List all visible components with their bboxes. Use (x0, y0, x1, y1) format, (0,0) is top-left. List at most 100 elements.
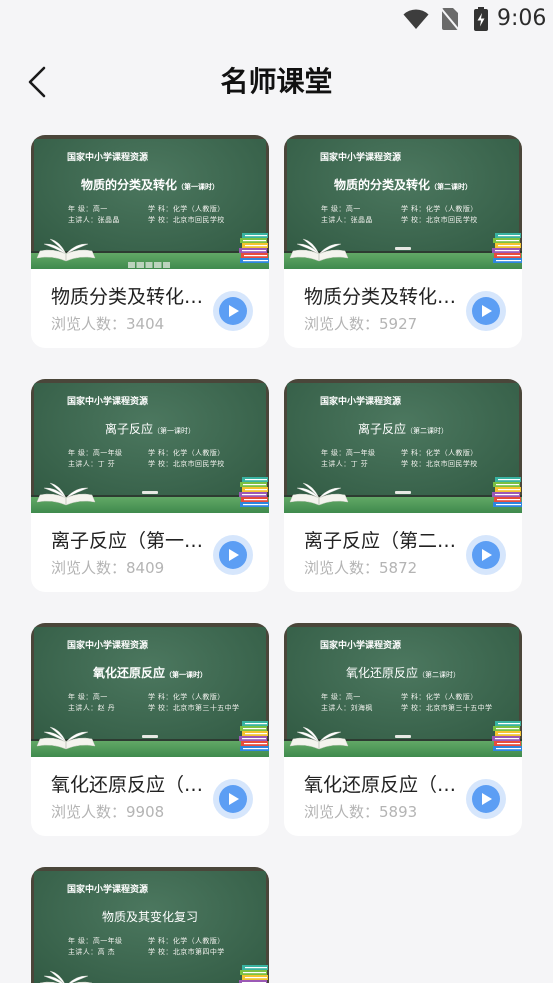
school-value: 北京市回民学校 (172, 460, 225, 468)
book-stack-illustration (239, 477, 269, 507)
grade-value: 高一年级 (92, 449, 123, 457)
play-button-circle (472, 297, 500, 325)
play-button[interactable] (213, 779, 253, 819)
book-stack-illustration (492, 233, 522, 263)
school-label: 学 校： (401, 704, 426, 712)
thumbnail-teacher: 主讲人：丁 芬 (321, 460, 368, 468)
view-count-label: 浏览人数： (304, 559, 380, 577)
course-thumbnail[interactable]: 国家中小学课程资源 物质的分类及转化（第一课时） 年 级：高一 学 科：化学（人… (31, 135, 269, 269)
no-sim-icon (441, 8, 458, 30)
grade-value: 高一年级 (345, 449, 376, 457)
thumbnail-teacher: 主讲人：丁 芬 (68, 460, 115, 468)
thumbnail-subject: 学 科：化学（人教版） (148, 449, 225, 457)
status-time: 9:06 (497, 6, 547, 31)
view-count-value: 8409 (126, 559, 165, 577)
thumbnail-subject: 学 科：化学（人教版） (148, 693, 225, 701)
view-count: 浏览人数：5893 (304, 803, 417, 821)
play-button[interactable] (466, 535, 506, 575)
course-card[interactable]: 国家中小学课程资源 氧化还原反应（第二课时） 年 级：高一 学 科：化学（人教版… (284, 623, 522, 836)
school-label: 学 校： (148, 460, 173, 468)
thumbnail-grade: 年 级：高一 (321, 205, 361, 213)
course-thumbnail[interactable]: 国家中小学课程资源 物质的分类及转化（第二课时） 年 级：高一 学 科：化学（人… (284, 135, 522, 269)
subject-value: 化学（人教版） (172, 937, 225, 945)
thumbnail-grade: 年 级：高一年级 (68, 449, 122, 457)
grade-value: 高一年级 (92, 937, 123, 945)
course-thumbnail[interactable]: 国家中小学课程资源 氧化还原反应（第二课时） 年 级：高一 学 科：化学（人教版… (284, 623, 522, 757)
grade-label: 年 级： (321, 693, 346, 701)
school-label: 学 校： (148, 704, 173, 712)
view-count-label: 浏览人数： (51, 315, 127, 333)
thumbnail-subject: 学 科：化学（人教版） (401, 205, 478, 213)
thumbnail-title-main: 离子反应 (104, 422, 153, 436)
board-eraser (395, 491, 411, 494)
view-count-value: 3404 (126, 315, 165, 333)
course-card[interactable]: 国家中小学课程资源 氧化还原反应（第一课时） 年 级：高一 学 科：化学（人教版… (31, 623, 269, 836)
book-stack-illustration (239, 721, 269, 751)
open-book-illustration (36, 238, 96, 262)
teacher-value: 丁 芬 (97, 460, 116, 468)
thumbnail-grade: 年 级：高一 (321, 693, 361, 701)
view-count: 浏览人数：8409 (51, 559, 164, 577)
board-eraser (142, 735, 158, 738)
course-title: 氧化还原反应（… (304, 774, 457, 796)
thumbnail-title-session: （第二课时） (418, 671, 460, 679)
thumbnail-grade: 年 级：高一年级 (321, 449, 375, 457)
thumbnail-grade: 年 级：高一 (68, 693, 108, 701)
thumbnail-title: 物质的分类及转化（第一课时） (31, 178, 269, 194)
thumbnail-title-main: 离子反应 (357, 422, 406, 436)
course-thumbnail[interactable]: 国家中小学课程资源 离子反应（第一课时） 年 级：高一年级 学 科：化学（人教版… (31, 379, 269, 513)
thumbnail-title-main: 物质的分类及转化 (333, 178, 430, 192)
course-title: 氧化还原反应（… (51, 774, 204, 796)
course-title: 物质分类及转化… (304, 286, 457, 308)
subject-value: 化学（人教版） (425, 205, 478, 213)
board-toolbar (128, 262, 170, 268)
wifi-icon (403, 9, 429, 29)
play-button[interactable] (213, 535, 253, 575)
open-book-illustration (289, 238, 349, 262)
open-book-illustration (36, 726, 96, 750)
book-stack-illustration (492, 721, 522, 751)
subject-label: 学 科： (148, 205, 173, 213)
board-eraser (142, 491, 158, 494)
view-count-value: 5872 (379, 559, 418, 577)
course-card[interactable]: 国家中小学课程资源 离子反应（第一课时） 年 级：高一年级 学 科：化学（人教版… (31, 379, 269, 592)
open-book-illustration (289, 726, 349, 750)
book-stack-illustration (239, 233, 269, 263)
thumbnail-banner: 国家中小学课程资源 (67, 153, 149, 163)
play-button[interactable] (466, 779, 506, 819)
subject-value: 化学（人教版） (425, 449, 478, 457)
teacher-value: 张晶晶 (350, 216, 373, 224)
course-thumbnail[interactable]: 国家中小学课程资源 离子反应（第二课时） 年 级：高一年级 学 科：化学（人教版… (284, 379, 522, 513)
thumbnail-banner: 国家中小学课程资源 (67, 885, 149, 895)
thumbnail-banner: 国家中小学课程资源 (320, 641, 402, 651)
play-button-circle (472, 541, 500, 569)
thumbnail-subject: 学 科：化学（人教版） (401, 449, 478, 457)
thumbnail-title: 氧化还原反应（第二课时） (284, 666, 522, 682)
thumbnail-subject: 学 科：化学（人教版） (401, 693, 478, 701)
course-card[interactable]: 国家中小学课程资源 物质及其变化复习 年 级：高一年级 学 科：化学（人教版） … (31, 867, 269, 983)
play-button[interactable] (213, 291, 253, 331)
view-count-value: 5927 (379, 315, 418, 333)
subject-value: 化学（人教版） (425, 693, 478, 701)
thumbnail-title-main: 氧化还原反应 (92, 666, 165, 680)
course-thumbnail[interactable]: 国家中小学课程资源 物质及其变化复习 年 级：高一年级 学 科：化学（人教版） … (31, 867, 269, 983)
board-eraser (395, 247, 411, 250)
teacher-label: 主讲人： (68, 460, 98, 468)
teacher-label: 主讲人： (321, 460, 351, 468)
course-card[interactable]: 国家中小学课程资源 物质的分类及转化（第一课时） 年 级：高一 学 科：化学（人… (31, 135, 269, 348)
course-card[interactable]: 国家中小学课程资源 物质的分类及转化（第二课时） 年 级：高一 学 科：化学（人… (284, 135, 522, 348)
thumbnail-teacher: 主讲人：张晶晶 (321, 216, 373, 224)
school-value: 北京市第三十五中学 (425, 704, 493, 712)
grade-value: 高一 (92, 205, 108, 213)
thumbnail-title-session: （第一课时） (177, 183, 219, 191)
course-thumbnail[interactable]: 国家中小学课程资源 氧化还原反应（第一课时） 年 级：高一 学 科：化学（人教版… (31, 623, 269, 757)
subject-value: 化学（人教版） (172, 693, 225, 701)
open-book-illustration (36, 482, 96, 506)
view-count-value: 9908 (126, 803, 165, 821)
play-icon (229, 305, 239, 317)
grade-label: 年 级： (68, 693, 93, 701)
course-card[interactable]: 国家中小学课程资源 离子反应（第二课时） 年 级：高一年级 学 科：化学（人教版… (284, 379, 522, 592)
play-button-circle (472, 785, 500, 813)
view-count: 浏览人数：5927 (304, 315, 417, 333)
play-button[interactable] (466, 291, 506, 331)
